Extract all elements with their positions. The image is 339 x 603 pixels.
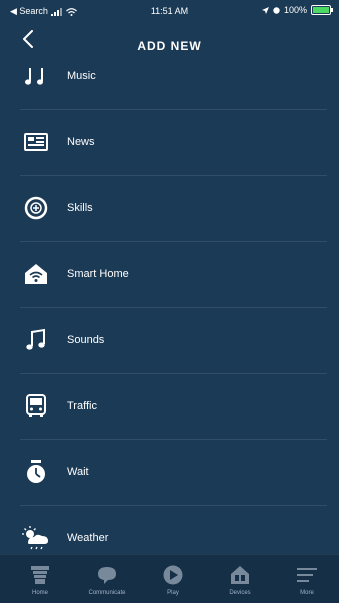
list-item-label: Wait [67,466,89,478]
newspaper-icon [24,133,48,151]
tab-label: Communicate [88,590,126,596]
skills-icon [24,196,48,220]
list-item-label: Sounds [67,334,105,346]
tab-play[interactable]: Play [141,555,205,603]
tab-label: Home [31,590,48,596]
list-item-label: Skills [67,202,93,214]
status-bar: ◀ Search 11:51 AM 100% [0,0,339,22]
list-item-label: Traffic [67,400,97,412]
timer-icon [27,460,45,483]
list-item-sounds[interactable]: Sounds [20,307,327,374]
tab-home[interactable]: Home [8,555,72,603]
list-item-label: News [67,136,95,148]
tab-label: Devices [229,590,251,596]
list-item-news[interactable]: News [20,109,327,176]
battery-icon [311,5,333,15]
tab-label: More [300,590,314,596]
bus-icon [26,394,46,417]
music-notes-icon [25,68,43,85]
tab-devices[interactable]: Devices [208,555,272,603]
list-item-label: Music [67,70,96,82]
list-item-label: Weather [67,532,109,544]
tab-communicate[interactable]: Communicate [75,555,139,603]
tab-label: Play [167,590,179,596]
battery-percent: 100% [283,5,307,15]
list-item-smart-home[interactable]: Smart Home [20,241,327,308]
alarm-icon [273,6,280,14]
list-item-music[interactable]: Music [20,43,327,110]
list-item-label: Smart Home [67,268,129,280]
play-icon [163,565,183,585]
list-item-wait[interactable]: Wait [20,439,327,506]
smart-home-icon [25,264,47,284]
home-icon [31,566,49,584]
chat-icon [98,567,116,584]
list-item-traffic[interactable]: Traffic [20,373,327,440]
status-right: 100% [261,5,333,15]
list-item-skills[interactable]: Skills [20,175,327,242]
location-arrow-icon [261,6,269,14]
bottom-tab-bar: Home Communicate Play Devices More [0,554,339,603]
devices-icon [231,566,249,584]
music-note-icon [26,328,45,350]
weather-icon [22,526,48,550]
tab-more[interactable]: More [275,555,339,603]
menu-icon [297,568,317,582]
